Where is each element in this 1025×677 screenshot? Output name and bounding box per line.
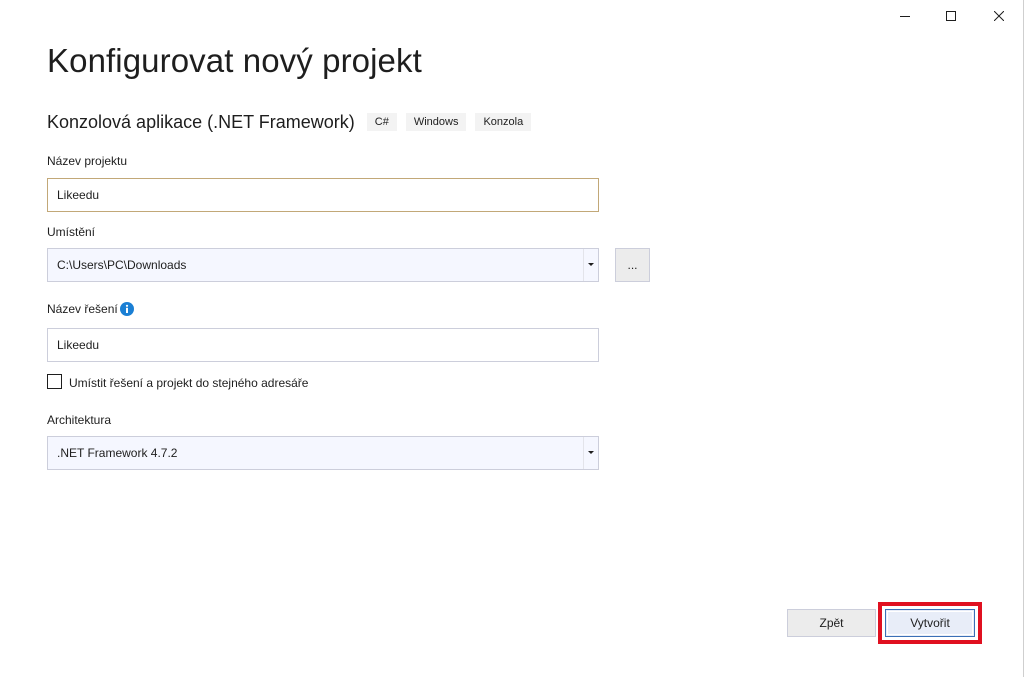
info-icon[interactable] — [120, 302, 134, 316]
tag-language: C# — [366, 113, 397, 131]
minimize-icon — [900, 16, 910, 17]
framework-value: .NET Framework 4.7.2 — [57, 446, 178, 460]
framework-dropdown-arrow[interactable] — [583, 437, 598, 469]
project-name-input[interactable]: Likeedu — [47, 178, 599, 212]
dropdown-arrow-icon — [588, 451, 594, 454]
create-button[interactable]: Vytvořit — [885, 609, 975, 637]
configure-project-window: Konfigurovat nový projekt Konzolová apli… — [0, 0, 1024, 677]
tag-platform: Windows — [405, 113, 467, 131]
template-name: Konzolová aplikace (.NET Framework) — [47, 111, 355, 132]
location-combobox[interactable]: C:\Users\PC\Downloads — [47, 248, 599, 282]
framework-label: Architektura — [47, 413, 112, 427]
minimize-button[interactable] — [882, 0, 928, 32]
framework-combobox[interactable]: .NET Framework 4.7.2 — [47, 436, 599, 470]
solution-name-label: Název řešení — [47, 302, 118, 316]
same-directory-label[interactable]: Umístit řešení a projekt do stejného adr… — [69, 376, 308, 390]
browse-location-button[interactable]: ... — [615, 248, 650, 282]
template-header: Konzolová aplikace (.NET Framework) C# W… — [47, 110, 540, 134]
maximize-icon — [946, 11, 956, 21]
location-label: Umístění — [47, 225, 96, 239]
maximize-button[interactable] — [928, 0, 974, 32]
project-name-label: Název projektu — [47, 154, 128, 168]
location-value: C:\Users\PC\Downloads — [57, 258, 187, 272]
project-name-value: Likeedu — [57, 188, 100, 202]
close-icon — [994, 11, 1004, 21]
location-dropdown-arrow[interactable] — [583, 249, 598, 281]
dropdown-arrow-icon — [588, 263, 594, 266]
tag-project-type: Konzola — [475, 113, 532, 131]
same-directory-checkbox[interactable] — [47, 374, 62, 389]
close-button[interactable] — [976, 0, 1022, 32]
back-button[interactable]: Zpět — [787, 609, 876, 637]
solution-name-value: Likeedu — [57, 338, 100, 352]
solution-name-input[interactable]: Likeedu — [47, 328, 599, 362]
page-title: Konfigurovat nový projekt — [47, 42, 422, 79]
